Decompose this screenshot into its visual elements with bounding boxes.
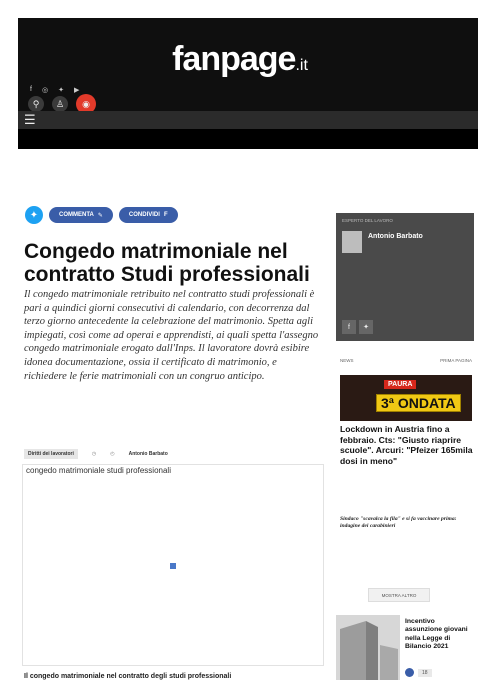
author-box-label: Esperto del lavoro xyxy=(342,218,393,223)
promo-title[interactable]: Incentivo assunzione giovani nella Legge… xyxy=(405,618,473,652)
article-subtitle: Il congedo matrimoniale retribuito nel c… xyxy=(24,289,319,382)
news-header: News Prima pagina xyxy=(340,358,472,363)
share-button[interactable]: Condividi f xyxy=(118,207,178,223)
date-icon: ◷ xyxy=(91,451,97,457)
article-title: Congedo matrimoniale nel contratto Studi… xyxy=(24,240,310,286)
author-link[interactable]: Antonio Barbato xyxy=(129,451,168,457)
news-label[interactable]: News xyxy=(340,358,354,363)
avatar xyxy=(342,231,362,253)
twitter-share-icon[interactable]: ✦ xyxy=(25,206,43,224)
user-icon[interactable]: ♙ xyxy=(52,96,68,112)
search-icon[interactable]: ⚲ xyxy=(28,96,44,112)
article-meta: Diritti dei lavoratori ◷ ◴ Antonio Barba… xyxy=(24,449,168,459)
instagram-icon[interactable]: ◎ xyxy=(42,86,48,94)
news-item[interactable]: Sindaco "scavalca la fila" e si fa vacci… xyxy=(340,516,474,530)
news-headline[interactable]: Lockdown in Austria fino a febbraio. Cts… xyxy=(340,424,474,466)
nav-bar xyxy=(18,111,478,129)
broken-image-icon xyxy=(170,563,176,569)
site-logo[interactable]: fanpage.it xyxy=(140,40,340,79)
comment-icon xyxy=(405,668,414,677)
comment-button[interactable]: Commenta ✎ xyxy=(49,207,113,223)
news-image-headline: 3ª ONDATA xyxy=(376,394,461,412)
comment-label: Commenta xyxy=(59,212,94,218)
author-social: f ✦ xyxy=(342,320,373,334)
facebook-icon: f xyxy=(163,212,168,218)
facebook-icon[interactable]: f xyxy=(30,86,32,94)
news-image-badge: PAURA xyxy=(384,380,417,389)
category-tag[interactable]: Diritti dei lavoratori xyxy=(24,449,78,459)
share-bar: ✦ Commenta ✎ Condividi f xyxy=(25,206,178,224)
share-label: Condividi xyxy=(128,212,160,218)
promo-image[interactable] xyxy=(336,615,400,680)
brand-name: fanpage xyxy=(172,40,296,78)
youtube-icon[interactable]: ▶ xyxy=(74,86,79,94)
clock-icon: ◴ xyxy=(110,451,115,457)
top-band xyxy=(0,0,478,18)
promo-comments: 18 xyxy=(405,668,432,677)
menu-icon[interactable]: ☰ xyxy=(24,112,36,128)
twitter-icon[interactable]: ✦ xyxy=(58,86,64,94)
image-alt-text: congedo matrimoniale studi professionali xyxy=(26,466,171,475)
brand-tld: .it xyxy=(295,57,308,74)
building-illustration xyxy=(336,615,400,680)
show-more-button[interactable]: Mostra altro xyxy=(368,588,430,602)
facebook-icon[interactable]: f xyxy=(342,320,356,334)
ad-band xyxy=(18,129,478,149)
comment-icon: ✎ xyxy=(97,212,103,219)
header-social-links: f ◎ ✦ ▶ xyxy=(30,86,79,94)
author-name[interactable]: Antonio Barbato xyxy=(368,233,423,240)
twitter-icon[interactable]: ✦ xyxy=(359,320,373,334)
front-page-label[interactable]: Prima pagina xyxy=(440,358,472,363)
section-heading: Il congedo matrimoniale nel contratto de… xyxy=(24,673,232,680)
comment-count: 18 xyxy=(418,668,432,677)
